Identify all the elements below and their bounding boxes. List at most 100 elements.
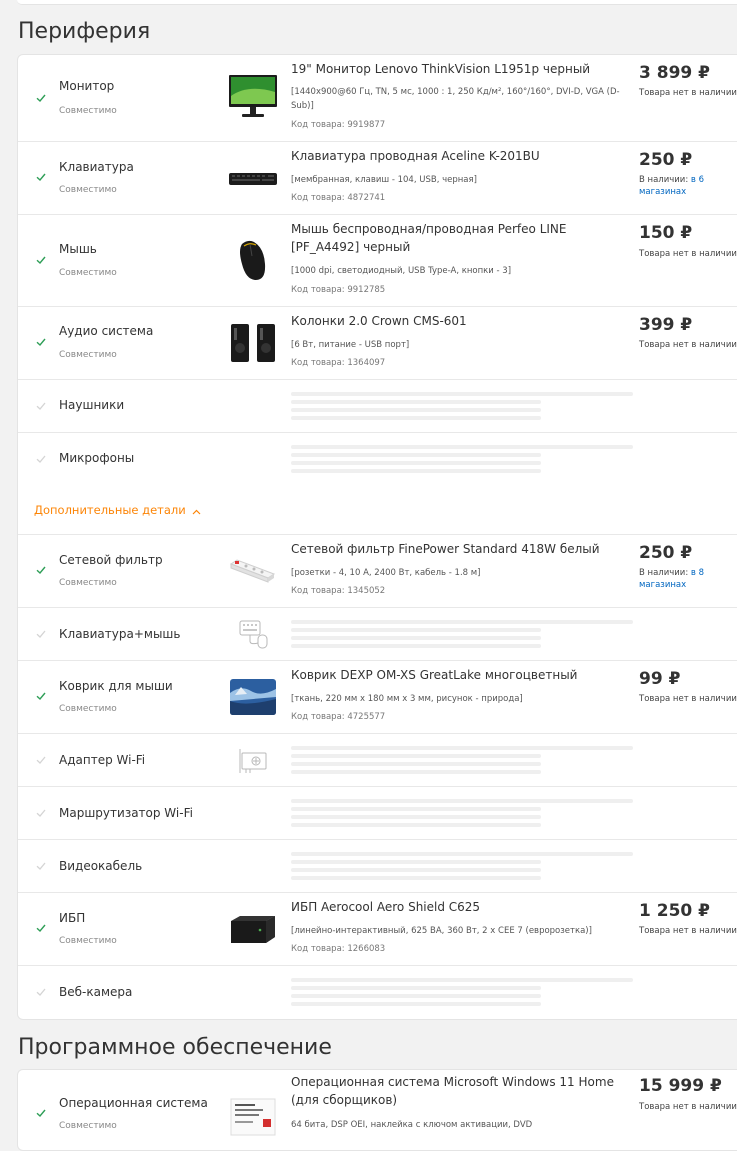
config-row-mouse[interactable]: Мышь Совместимо Мышь беспроводная/провод… bbox=[18, 215, 737, 307]
extra-details-toggle[interactable]: Дополнительные детали bbox=[34, 503, 201, 518]
check-icon bbox=[36, 255, 46, 265]
config-row-audio[interactable]: Аудио система Совместимо Колонки 2.0 Cro… bbox=[18, 307, 737, 380]
placeholder-line bbox=[291, 628, 541, 632]
product-code: Код товара: 9912785 bbox=[291, 285, 386, 295]
wifi-adapter-icon bbox=[236, 743, 270, 777]
product-image-keyboard[interactable] bbox=[227, 152, 279, 204]
product-price: 3 899 ₽ bbox=[639, 63, 710, 83]
placeholder-line bbox=[291, 876, 541, 880]
config-row-ups[interactable]: ИБП Совместимо ИБП Aerocool Aero Shield … bbox=[18, 893, 737, 966]
product-title[interactable]: Колонки 2.0 Crown CMS-601 bbox=[291, 312, 621, 330]
product-image-speakers[interactable] bbox=[227, 317, 279, 369]
product-title[interactable]: Операционная система Microsoft Windows 1… bbox=[291, 1073, 621, 1109]
product-title[interactable]: Коврик DEXP OM-XS GreatLake многоцветный bbox=[291, 666, 621, 684]
placeholder-line bbox=[291, 400, 541, 404]
category-name: Маршрутизатор Wi-Fi bbox=[59, 806, 193, 820]
category-name: Веб-камера bbox=[59, 985, 133, 999]
config-row-wifi-adapter[interactable]: Адаптер Wi-Fi bbox=[18, 734, 737, 787]
availability-prefix: В наличии: bbox=[639, 568, 689, 578]
product-price: 399 ₽ bbox=[639, 315, 693, 335]
product-image-monitor[interactable] bbox=[227, 71, 279, 123]
product-image-os[interactable] bbox=[227, 1090, 279, 1142]
product-title[interactable]: 19" Монитор Lenovo ThinkVision L1951p че… bbox=[291, 60, 621, 78]
check-icon bbox=[36, 808, 46, 818]
config-row-wifi-router[interactable]: Маршрутизатор Wi-Fi bbox=[18, 787, 737, 840]
availability-status: В наличии: в 8 магазинах bbox=[639, 567, 737, 591]
check-icon bbox=[36, 923, 46, 933]
category-name: Аудио система bbox=[59, 324, 154, 338]
placeholder-line bbox=[291, 815, 541, 819]
placeholder-line bbox=[291, 453, 541, 457]
category-name: Адаптер Wi-Fi bbox=[59, 753, 146, 767]
keyboard-mouse-icon bbox=[236, 617, 270, 651]
availability-status: В наличии: в 6 магазинах bbox=[639, 174, 737, 198]
category-name: Мышь bbox=[59, 242, 97, 256]
section-title-peripherals: Периферия bbox=[18, 19, 151, 44]
config-row-headphones[interactable]: Наушники bbox=[18, 380, 737, 433]
config-row-video-cable[interactable]: Видеокабель bbox=[18, 840, 737, 893]
section-title-software: Программное обеспечение bbox=[18, 1035, 332, 1060]
placeholder-line bbox=[291, 807, 541, 811]
config-row-keyboard[interactable]: Клавиатура Совместимо Клавиатура проводн… bbox=[18, 142, 737, 215]
placeholder-line bbox=[291, 762, 541, 766]
product-title[interactable]: ИБП Aerocool Aero Shield C625 bbox=[291, 898, 621, 916]
product-spec: [6 Вт, питание - USB порт] bbox=[291, 340, 410, 350]
chevron-up-icon bbox=[192, 504, 201, 518]
placeholder-line bbox=[291, 392, 633, 396]
product-price: 99 ₽ bbox=[639, 669, 681, 689]
config-row-surge-protector[interactable]: Сетевой фильтр Совместимо Сетевой фильтр… bbox=[18, 535, 737, 608]
placeholder-line bbox=[291, 770, 541, 774]
config-row-monitor[interactable]: Монитор Совместимо 19" Монитор Lenovo Th… bbox=[18, 55, 737, 142]
product-image-ups[interactable] bbox=[227, 903, 279, 955]
check-icon bbox=[36, 629, 46, 639]
product-code: Код товара: 4872741 bbox=[291, 193, 386, 203]
availability-status: Товара нет в наличии bbox=[639, 1102, 737, 1112]
product-code: Код товара: 1266083 bbox=[291, 944, 386, 954]
placeholder-line bbox=[291, 461, 541, 465]
compatibility-status: Совместимо bbox=[59, 106, 117, 116]
placeholder-line bbox=[291, 469, 541, 473]
category-name: Монитор bbox=[59, 79, 115, 93]
product-title[interactable]: Сетевой фильтр FinePower Standard 418W б… bbox=[291, 540, 621, 558]
placeholder-line bbox=[291, 416, 541, 420]
check-icon bbox=[36, 861, 46, 871]
category-name: ИБП bbox=[59, 911, 86, 925]
product-image-mouse[interactable] bbox=[227, 234, 279, 286]
availability-status: Товара нет в наличии bbox=[639, 340, 737, 350]
check-icon bbox=[36, 454, 46, 464]
placeholder-line bbox=[291, 823, 541, 827]
category-name: Клавиатура+мышь bbox=[59, 627, 181, 641]
availability-status: Товара нет в наличии bbox=[639, 88, 737, 98]
placeholder-line bbox=[291, 408, 541, 412]
category-name: Наушники bbox=[59, 398, 125, 412]
compatibility-status: Совместимо bbox=[59, 268, 117, 278]
product-title[interactable]: Мышь беспроводная/проводная Perfeo LINE … bbox=[291, 220, 621, 256]
compatibility-status: Совместимо bbox=[59, 704, 117, 714]
check-icon bbox=[36, 987, 46, 997]
category-name: Клавиатура bbox=[59, 160, 134, 174]
config-row-microphones[interactable]: Микрофоны bbox=[18, 433, 737, 485]
compatibility-status: Совместимо bbox=[59, 350, 117, 360]
check-icon bbox=[36, 172, 46, 182]
product-image-mousepad[interactable] bbox=[227, 671, 279, 723]
placeholder-line bbox=[291, 620, 633, 624]
placeholder-line bbox=[291, 852, 633, 856]
config-row-keyboard-mouse[interactable]: Клавиатура+мышь bbox=[18, 608, 737, 661]
product-spec: [линейно-интерактивный, 625 ВА, 360 Вт, … bbox=[291, 926, 592, 936]
category-name: Коврик для мыши bbox=[59, 679, 173, 693]
config-row-webcam[interactable]: Веб-камера bbox=[18, 966, 737, 1018]
availability-status: Товара нет в наличии bbox=[639, 926, 737, 936]
config-row-mousepad[interactable]: Коврик для мыши Совместимо Коврик DEXP O… bbox=[18, 661, 737, 734]
placeholder-line bbox=[291, 868, 541, 872]
product-spec: [ткань, 220 мм x 180 мм x 3 мм, рисунок … bbox=[291, 694, 523, 704]
product-spec: 64 бита, DSP OEI, наклейка с ключом акти… bbox=[291, 1120, 533, 1130]
config-row-os[interactable]: Операционная система Совместимо Операцио… bbox=[18, 1070, 737, 1150]
placeholder-line bbox=[291, 636, 541, 640]
product-image-surge-protector[interactable] bbox=[227, 545, 279, 597]
product-price: 1 250 ₽ bbox=[639, 901, 710, 921]
product-price: 250 ₽ bbox=[639, 150, 693, 170]
check-icon bbox=[36, 565, 46, 575]
product-title[interactable]: Клавиатура проводная Aceline K-201BU bbox=[291, 147, 621, 165]
peripherals-card: Монитор Совместимо 19" Монитор Lenovo Th… bbox=[17, 54, 737, 1020]
category-name: Сетевой фильтр bbox=[59, 553, 163, 567]
